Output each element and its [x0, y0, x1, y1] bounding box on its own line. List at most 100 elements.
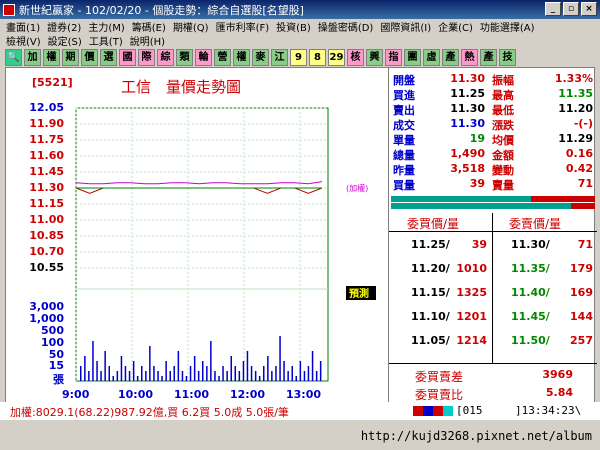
- quote-label: 賣出: [393, 104, 415, 117]
- menu-item[interactable]: 工具(T): [89, 33, 123, 48]
- menu-item[interactable]: 操盤密碼(D): [318, 19, 374, 34]
- toolbar-button[interactable]: 麥: [252, 48, 269, 66]
- chart-panel: [5521] 工信 量價走勢圖 (加權) 預測 12.05 11.90 11.75 11…: [6, 68, 386, 421]
- volume-bar: [128, 371, 131, 381]
- toolbar-button[interactable]: 權: [43, 48, 60, 66]
- toolbar-button[interactable]: 綜: [157, 48, 174, 66]
- volume-bar: [250, 366, 253, 381]
- album-url[interactable]: http://kujd3268.pixnet.net/album: [361, 429, 592, 443]
- volume-bar: [279, 336, 281, 381]
- quote-value: 11.29: [558, 132, 593, 145]
- orderbook-row[interactable]: 11.10/1201 11.45/144: [389, 310, 597, 326]
- price-tick-label: 11.45: [29, 165, 64, 178]
- quote-value: 11.35: [558, 87, 593, 100]
- quote-value: 0.16: [565, 147, 593, 160]
- search-icon[interactable]: 🔍: [5, 48, 22, 66]
- volume-bar: [254, 371, 257, 381]
- orderbook-row[interactable]: 11.15/1325 11.40/169: [389, 286, 597, 302]
- toolbar-button[interactable]: 期: [62, 48, 79, 66]
- quote-row: 成交 11.30 漲跌 -(-): [389, 117, 597, 132]
- orderbook-row[interactable]: 11.20/1010 11.35/179: [389, 262, 597, 278]
- volume-bar: [222, 366, 224, 381]
- toolbar-button[interactable]: 產: [442, 48, 459, 66]
- quote-value: 11.25: [450, 87, 485, 100]
- ask-volume: 144: [570, 310, 593, 323]
- volume-bar: [153, 366, 155, 381]
- toolbar-button[interactable]: 價: [81, 48, 98, 66]
- volume-bar: [80, 366, 82, 381]
- price-tick-label: 11.15: [29, 197, 64, 210]
- status-bar: 加權:8029.1(68.22)987.92億,買 6.2買 5.0成 5.0張…: [0, 402, 600, 420]
- toolbar-button[interactable]: 江: [271, 48, 288, 66]
- volume-bar: [193, 356, 196, 381]
- toolbar-button[interactable]: 產: [480, 48, 497, 66]
- volume-bar: [84, 356, 86, 381]
- volume-bar: [116, 371, 119, 381]
- toolbar-button[interactable]: 29: [328, 48, 345, 66]
- volume-bar: [161, 376, 163, 381]
- orderbook-row[interactable]: 11.25/39 11.30/71: [389, 238, 597, 254]
- toolbar-button[interactable]: 營: [214, 48, 231, 66]
- toolbar-button[interactable]: 虛: [423, 48, 440, 66]
- toolbar-button[interactable]: 核: [347, 48, 364, 66]
- menu-item[interactable]: 檢視(V): [6, 33, 41, 48]
- menu-item[interactable]: 證券(2): [47, 19, 81, 34]
- quote-row: 買量 39 賣量 71: [389, 177, 597, 192]
- menu-item[interactable]: 企業(C): [438, 19, 473, 34]
- toolbar-button[interactable]: 指: [385, 48, 402, 66]
- toolbar-button[interactable]: 類: [176, 48, 193, 66]
- close-button[interactable]: ×: [581, 2, 597, 16]
- url-bar: http://kujd3268.pixnet.net/album: [0, 420, 600, 450]
- volume-bar: [283, 361, 285, 381]
- toolbar-button[interactable]: 選: [100, 48, 117, 66]
- quote-label: 振幅: [492, 74, 514, 87]
- bid-volume: 1201: [456, 310, 487, 323]
- price-tick-label: 12.05: [29, 101, 64, 114]
- toolbar-button[interactable]: 熱: [461, 48, 478, 66]
- toolbar-button[interactable]: 權: [233, 48, 250, 66]
- time-tick-label: 10:00: [118, 388, 154, 401]
- toolbar-button[interactable]: 技: [499, 48, 516, 66]
- volume-bar: [242, 361, 245, 381]
- menu-item[interactable]: 設定(S): [48, 33, 82, 48]
- quote-value: 11.30: [450, 72, 485, 85]
- ask-volume: 169: [570, 286, 593, 299]
- volume-bar: [149, 346, 151, 381]
- toolbar-button[interactable]: 加: [24, 48, 41, 66]
- menu-item[interactable]: 匯市利率(F): [216, 19, 270, 34]
- volume-tick-label: 張: [53, 373, 64, 386]
- volume-bar: [145, 371, 147, 381]
- volume-bar: [112, 376, 114, 381]
- toolbar-button[interactable]: 國: [119, 48, 136, 66]
- toolbar: 🔍 加權期價選國際綜類輪營權麥江 9 8 29 核興指團虛產熱產技: [0, 47, 600, 67]
- orderbook-header: 委買價/量 委賣價/量: [389, 215, 597, 231]
- time-tick-label: 9:00: [62, 388, 90, 401]
- bid-volume: 39: [471, 238, 487, 251]
- restore-button[interactable]: ▫: [563, 2, 579, 16]
- volume-bar: [230, 356, 232, 381]
- quote-label: 漲跌: [492, 119, 514, 132]
- menu-item[interactable]: 籌碼(E): [132, 19, 166, 34]
- menu-item[interactable]: 功能選擇(A): [480, 19, 535, 34]
- menu-item[interactable]: 投資(B): [276, 19, 311, 34]
- volume-bar: [202, 361, 204, 381]
- menu-item[interactable]: 國際資訊(I): [380, 19, 431, 34]
- menu-item[interactable]: 期權(Q): [173, 19, 209, 34]
- menu-item[interactable]: 說明(H): [130, 33, 165, 48]
- quote-value: 39: [469, 177, 485, 190]
- toolbar-button[interactable]: 輪: [195, 48, 212, 66]
- toolbar-button[interactable]: 團: [404, 48, 421, 66]
- price-tick-label: 11.75: [29, 133, 64, 146]
- main-area: [5521] 工信 量價走勢圖 (加權) 預測 12.05 11.90 11.75 11…: [5, 67, 597, 421]
- toolbar-button[interactable]: 8: [309, 48, 326, 66]
- toolbar-button[interactable]: 9: [290, 48, 307, 66]
- menu-item[interactable]: 畫面(1): [6, 19, 40, 34]
- toolbar-button[interactable]: 興: [366, 48, 383, 66]
- toolbar-button[interactable]: 際: [138, 48, 155, 66]
- minimize-button[interactable]: _: [545, 2, 561, 16]
- window-title: 新世紀贏家 - 102/02/20 - 個股走勢：綜合自選股[名望股]: [19, 3, 304, 17]
- volume-bar: [100, 371, 102, 381]
- menu-item[interactable]: 主力(M): [88, 19, 124, 34]
- volume-bar: [92, 341, 94, 381]
- orderbook-row[interactable]: 11.05/1214 11.50/257: [389, 334, 597, 350]
